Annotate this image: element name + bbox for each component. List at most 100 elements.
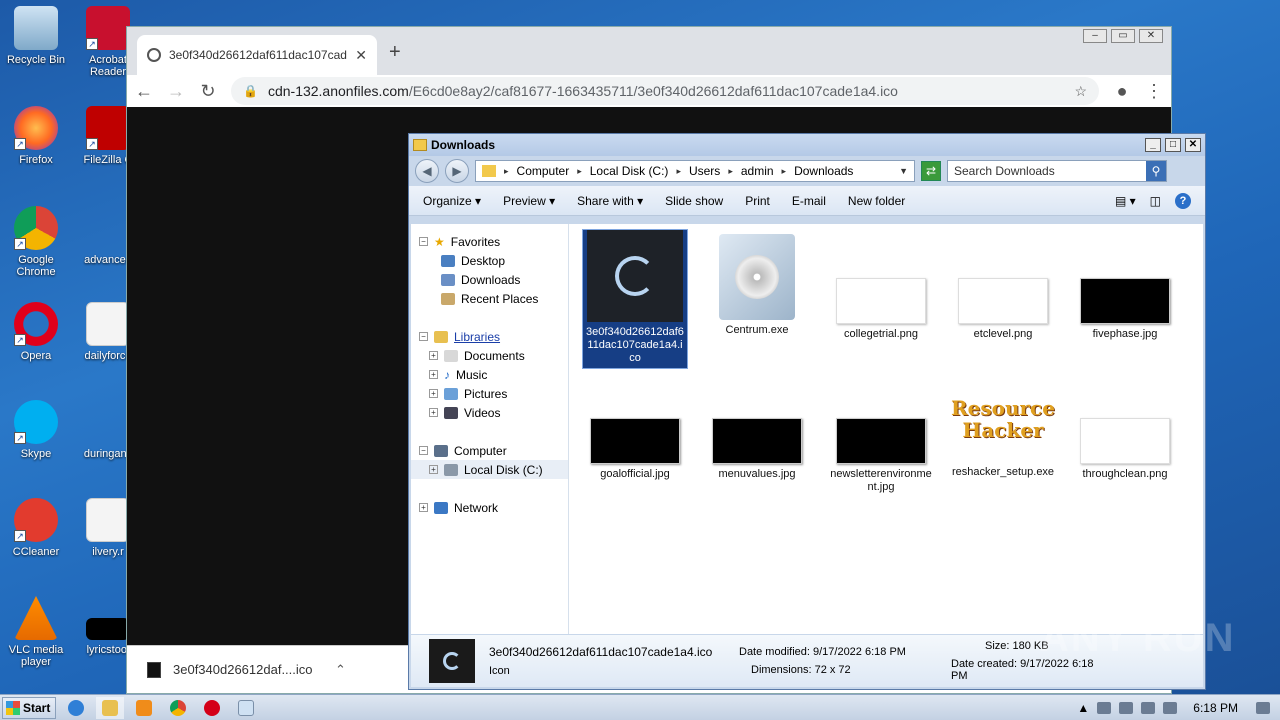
clock[interactable]: 6:18 PM bbox=[1193, 701, 1238, 715]
preview-pane-icon[interactable]: ◫ bbox=[1150, 194, 1161, 208]
email-button[interactable]: E-mail bbox=[792, 194, 826, 208]
print-button[interactable]: Print bbox=[745, 194, 770, 208]
breadcrumb-item[interactable]: Computer bbox=[517, 164, 570, 178]
search-icon[interactable]: ⚲ bbox=[1146, 161, 1166, 181]
command-bar: Organize ▾ Preview ▾ Share with ▾ Slide … bbox=[409, 186, 1205, 216]
refresh-button[interactable]: ⇄ bbox=[921, 161, 941, 181]
power-icon[interactable] bbox=[1163, 701, 1178, 714]
chevron-up-icon[interactable]: ⌃ bbox=[335, 662, 346, 678]
network-icon[interactable] bbox=[1119, 701, 1134, 714]
menu-icon[interactable]: ⋮ bbox=[1145, 81, 1163, 102]
browser-toolbar: ← → ↻ 🔒 cdn-132.anonfiles.com/E6cd0e8ay2… bbox=[127, 75, 1171, 107]
desktop-icon-recycle-bin[interactable]: Recycle Bin bbox=[0, 6, 72, 66]
nav-music[interactable]: + ♪ Music bbox=[411, 365, 568, 384]
slide-show-button[interactable]: Slide show bbox=[665, 194, 723, 208]
star-icon: ★ bbox=[434, 234, 445, 249]
taskbar-ie[interactable] bbox=[62, 697, 90, 719]
file-item[interactable]: Resource Hacker reshacker_setup.exe bbox=[951, 376, 1055, 479]
breadcrumb-item[interactable]: admin bbox=[741, 164, 774, 178]
start-button[interactable]: Start bbox=[2, 696, 56, 719]
nav-favorites[interactable]: − ★ Favorites bbox=[411, 232, 568, 251]
breadcrumb-item[interactable]: Downloads bbox=[794, 164, 853, 178]
internet-explorer-icon bbox=[68, 699, 84, 716]
taskbar-explorer[interactable] bbox=[96, 696, 124, 719]
file-icon bbox=[86, 618, 130, 640]
nav-desktop[interactable]: Desktop bbox=[411, 251, 568, 270]
file-item[interactable]: goalofficial.jpg bbox=[583, 418, 687, 481]
reload-icon[interactable]: ↻ bbox=[199, 81, 217, 102]
new-folder-button[interactable]: New folder bbox=[848, 194, 905, 208]
recent-places-icon bbox=[441, 292, 455, 305]
file-name: etclevel.png bbox=[973, 328, 1033, 340]
download-item[interactable]: 3e0f340d26612daf....ico bbox=[173, 662, 323, 677]
preview-button[interactable]: Preview ▾ bbox=[503, 194, 555, 208]
address-bar[interactable]: 🔒 cdn-132.anonfiles.com/E6cd0e8ay2/caf81… bbox=[231, 77, 1099, 105]
action-center-icon[interactable] bbox=[1141, 701, 1156, 714]
desktop-icon-chrome[interactable]: ↗ Google Chrome bbox=[0, 206, 72, 278]
nav-libraries[interactable]: − Libraries bbox=[411, 327, 568, 346]
image-thumbnail bbox=[590, 418, 680, 464]
maximize-button[interactable]: □ bbox=[1165, 138, 1181, 152]
close-button[interactable]: ✕ bbox=[1185, 138, 1201, 152]
browser-tab[interactable]: 3e0f340d26612daf611dac107cade ✕ bbox=[137, 35, 377, 75]
nav-downloads[interactable]: Downloads bbox=[411, 270, 568, 289]
new-tab-button[interactable]: + bbox=[389, 41, 401, 64]
nav-recent-places[interactable]: Recent Places bbox=[411, 289, 568, 308]
desktop-icon-ccleaner[interactable]: ↗ CCleaner bbox=[0, 498, 72, 558]
back-icon[interactable]: ← bbox=[135, 81, 153, 102]
desktop-icon-skype[interactable]: ↗ Skype bbox=[0, 400, 72, 460]
search-input[interactable]: Search Downloads ⚲ bbox=[947, 160, 1167, 182]
taskbar-app[interactable] bbox=[232, 697, 260, 719]
nav-computer[interactable]: − Computer bbox=[411, 441, 568, 460]
desktop-icon-vlc[interactable]: VLC media player bbox=[0, 596, 72, 668]
search-placeholder: Search Downloads bbox=[954, 164, 1055, 178]
bookmark-star-icon[interactable]: ☆ bbox=[1074, 83, 1087, 100]
nav-pictures[interactable]: + Pictures bbox=[411, 384, 568, 403]
nav-videos[interactable]: + Videos bbox=[411, 403, 568, 422]
file-item[interactable]: Centrum.exe bbox=[705, 234, 809, 337]
file-item[interactable]: menuvalues.jpg bbox=[705, 418, 809, 481]
taskbar-opera[interactable] bbox=[198, 697, 226, 719]
breadcrumb[interactable]: ▸ Computer ▸ Local Disk (C:) ▸ Users ▸ admi… bbox=[475, 160, 915, 182]
folder-icon bbox=[102, 699, 118, 716]
volume-icon[interactable] bbox=[1097, 701, 1112, 714]
chevron-down-icon[interactable]: ▼ bbox=[899, 166, 908, 176]
taskbar-media-player[interactable] bbox=[130, 697, 158, 719]
back-button[interactable]: ◀ bbox=[415, 159, 439, 183]
forward-icon[interactable]: → bbox=[167, 81, 185, 102]
minimize-button[interactable]: – bbox=[1083, 29, 1107, 43]
organize-button[interactable]: Organize ▾ bbox=[423, 194, 481, 208]
view-options-icon[interactable]: ▤ ▾ bbox=[1115, 194, 1136, 208]
profile-icon[interactable]: ● bbox=[1113, 81, 1131, 102]
forward-button[interactable]: ▶ bbox=[445, 159, 469, 183]
breadcrumb-item[interactable]: Local Disk (C:) bbox=[590, 164, 669, 178]
close-window-button[interactable]: ✕ bbox=[1139, 29, 1163, 43]
details-created: Date created: 9/17/2022 6:18 PM bbox=[951, 658, 1094, 682]
file-item[interactable]: collegetrial.png bbox=[829, 278, 933, 341]
nav-documents[interactable]: + Documents bbox=[411, 346, 568, 365]
desktop-icon-opera[interactable]: ↗ Opera bbox=[0, 302, 72, 362]
share-with-button[interactable]: Share with ▾ bbox=[577, 194, 643, 208]
desktop-icon-firefox[interactable]: ↗ Firefox bbox=[0, 106, 72, 166]
explorer-titlebar: Downloads _ □ ✕ bbox=[409, 134, 1205, 156]
tray-expand-icon[interactable]: ▲ bbox=[1077, 701, 1089, 715]
image-thumbnail bbox=[1080, 418, 1170, 464]
media-player-icon bbox=[136, 699, 152, 716]
maximize-button[interactable]: ▭ bbox=[1111, 29, 1135, 43]
help-icon[interactable]: ? bbox=[1175, 192, 1191, 209]
desktop-icon-label: Recycle Bin bbox=[6, 54, 66, 66]
file-name: 3e0f340d26612daf611dac107cade1a4.ico bbox=[586, 326, 684, 364]
nav-local-disk[interactable]: + Local Disk (C:) bbox=[411, 460, 568, 479]
close-tab-icon[interactable]: ✕ bbox=[355, 47, 367, 64]
file-item[interactable]: fivephase.jpg bbox=[1073, 278, 1177, 341]
file-item[interactable]: 3e0f340d26612daf611dac107cade1a4.ico bbox=[582, 229, 688, 369]
show-desktop-icon[interactable] bbox=[1256, 701, 1270, 714]
minimize-button[interactable]: _ bbox=[1145, 138, 1161, 152]
taskbar-chrome[interactable] bbox=[164, 697, 192, 719]
libraries-icon bbox=[434, 330, 448, 343]
nav-network[interactable]: + Network bbox=[411, 498, 568, 517]
file-item[interactable]: etclevel.png bbox=[951, 278, 1055, 341]
breadcrumb-item[interactable]: Users bbox=[689, 164, 720, 178]
file-item[interactable]: throughclean.png bbox=[1073, 418, 1177, 481]
file-item[interactable]: newsletterenvironment.jpg bbox=[829, 418, 933, 494]
